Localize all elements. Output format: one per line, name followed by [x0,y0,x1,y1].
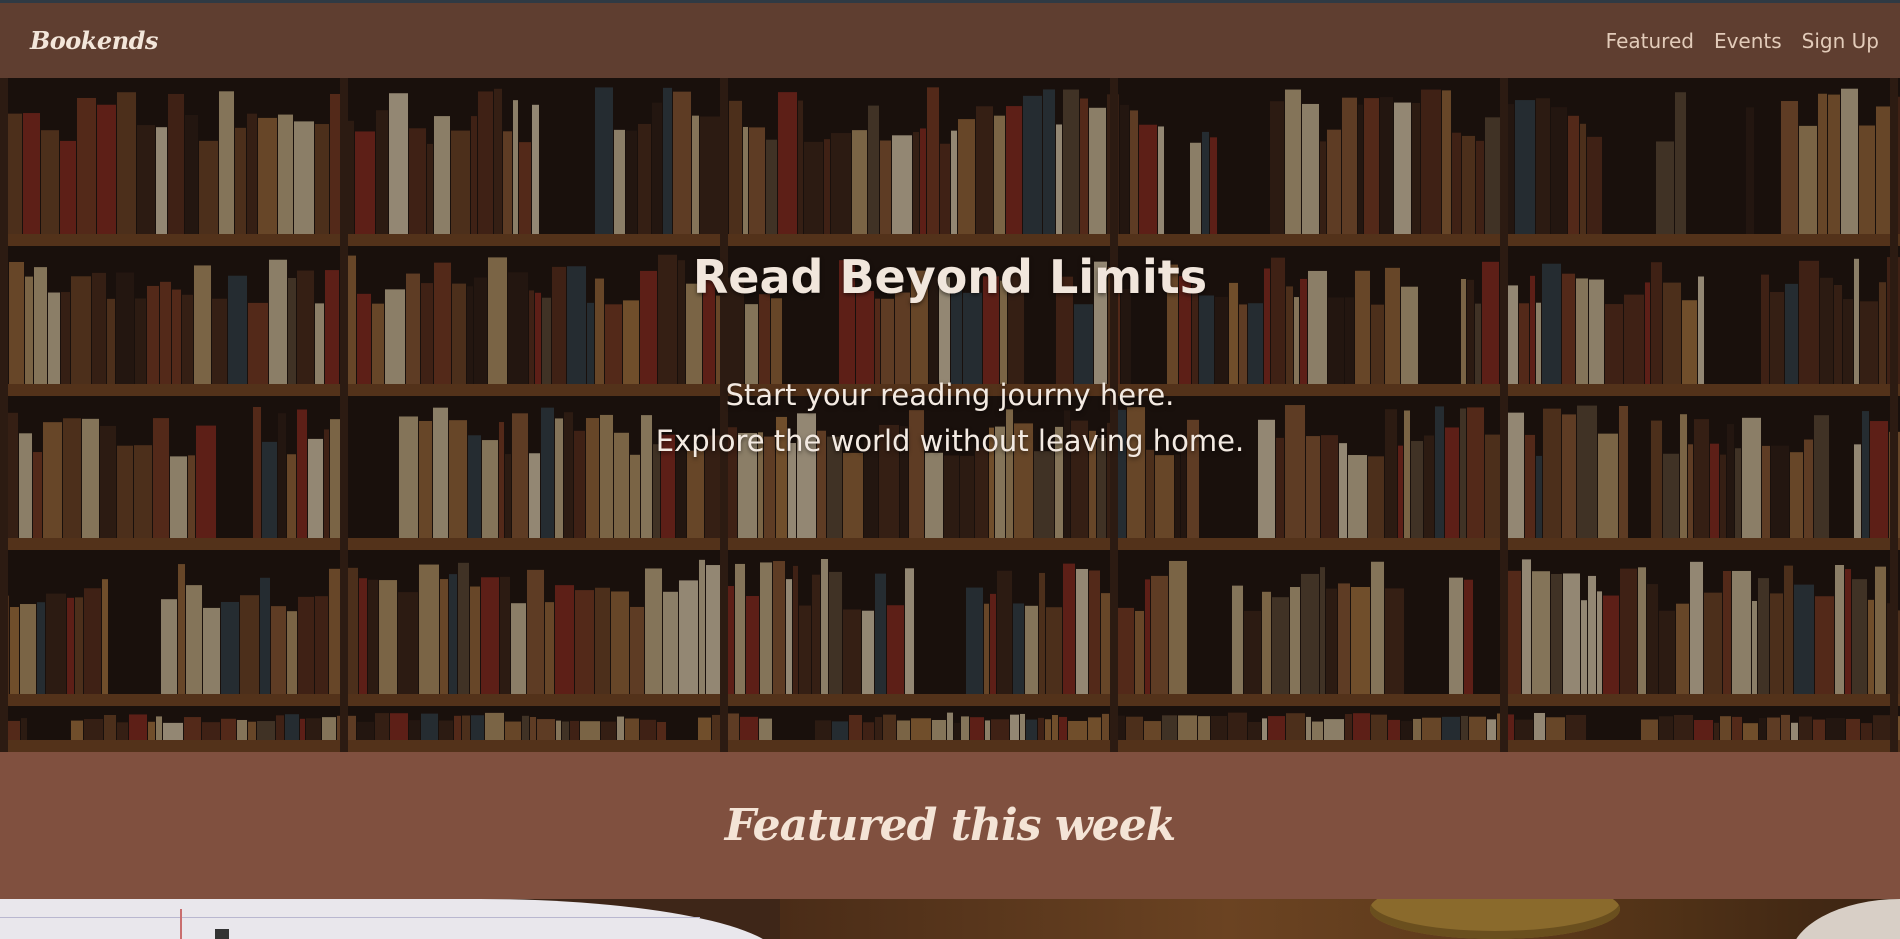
nav-link-featured[interactable]: Featured [1606,29,1694,53]
brand-logo[interactable]: Bookends [30,26,158,55]
hero-subtitle-line-1: Start your reading journy here. [725,378,1175,412]
hero-section: Read Beyond Limits Start your reading jo… [0,78,1900,752]
featured-image-preview [0,899,1900,939]
notebook-paper-image [0,899,780,939]
nav-link-sign-up[interactable]: Sign Up [1802,29,1879,53]
navbar: Bookends Featured Events Sign Up [0,3,1900,78]
hero-content: Read Beyond Limits Start your reading jo… [0,78,1900,752]
nav-links: Featured Events Sign Up [1606,29,1879,53]
wood-table-image [780,899,1900,939]
hero-subtitle-line-2: Explore the world without leaving home. [655,424,1245,458]
hero-title: Read Beyond Limits [692,250,1208,304]
featured-title: Featured this week [724,800,1176,851]
nav-link-events[interactable]: Events [1714,29,1782,53]
featured-section-header: Featured this week [0,752,1900,899]
hero-subtitle: Start your reading journy here. Explore … [0,372,1900,464]
